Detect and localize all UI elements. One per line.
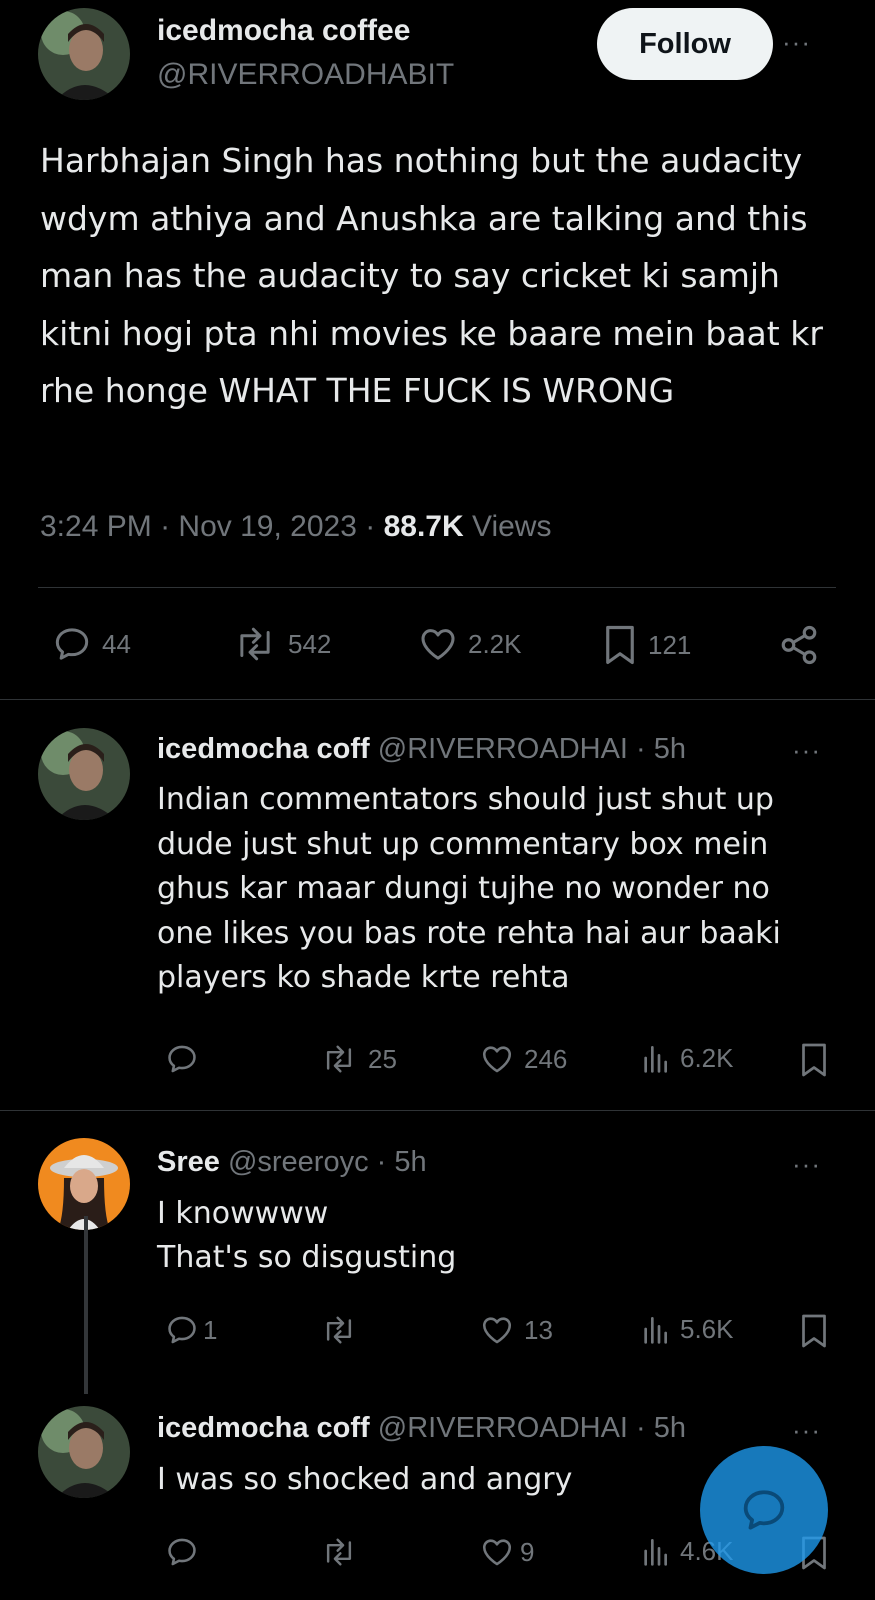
repost-button[interactable]: 25 [320,1042,397,1076]
repost-button[interactable] [320,1535,358,1569]
views-button[interactable]: 5.6K [640,1313,734,1345]
avatar-icedmocha[interactable] [38,8,130,100]
reply-text-line: I knowwww [157,1196,329,1231]
repost-count: 25 [368,1043,397,1074]
repost-icon [320,1313,358,1347]
like-icon [480,1535,514,1569]
reply-icon [52,624,92,664]
views-icon [640,1313,670,1345]
views-icon [640,1042,670,1074]
bookmark-button[interactable] [799,1042,829,1078]
meta-dot: · [365,510,376,543]
reply-header: Sree @sreeroyc · 5h [157,1146,427,1179]
reply-icon [165,1313,199,1347]
reply-icon [165,1535,199,1569]
repost-icon [320,1042,358,1076]
reply-text: I was so shocked and angry [157,1462,573,1497]
thread-connector [84,1216,88,1394]
bookmark-button[interactable]: 121 [602,624,691,666]
repost-count: 542 [288,628,332,659]
meta-dot: · [376,1146,387,1178]
reply-display-name[interactable]: icedmocha coff [157,733,370,765]
bookmark-count: 121 [648,629,692,660]
reply-button[interactable] [165,1042,199,1076]
repost-icon [232,624,278,664]
main-tweet-text: Harbhajan Singh has nothing but the auda… [40,141,823,410]
views-icon [640,1535,670,1567]
reply-display-name[interactable]: icedmocha coff [157,1412,370,1444]
more-icon[interactable]: ··· [792,1417,821,1443]
more-icon[interactable]: ··· [792,1151,821,1177]
meta-dot: · [636,733,646,765]
views-count[interactable]: 88.7K [384,510,464,543]
views-label[interactable]: Views [472,510,551,543]
like-icon [418,624,458,664]
compose-reply-button[interactable] [700,1446,828,1574]
like-icon [480,1042,514,1076]
like-count: 246 [524,1043,568,1074]
more-icon[interactable]: ··· [782,29,811,55]
follow-button[interactable]: Follow [597,8,773,80]
repost-icon [320,1535,358,1569]
divider [38,587,836,588]
tweet-date: Nov 19, 2023 [178,510,357,543]
tweet-meta: 3:24 PM · Nov 19, 2023 · 88.7K Views [40,510,551,544]
like-button[interactable]: 13 [480,1313,553,1347]
reply-age[interactable]: 5h [394,1146,426,1178]
compose-icon [739,1485,789,1535]
reply-text: Indian commentators should just shut up … [157,782,781,995]
share-icon [778,624,820,666]
views-count: 5.6K [680,1313,734,1344]
like-button[interactable]: 246 [480,1042,567,1076]
like-icon [480,1313,514,1347]
bookmark-icon [602,624,638,666]
share-button[interactable] [778,624,820,666]
reply-header: icedmocha coff @RIVERROADHAI · 5h [157,733,777,766]
reply-text-line: That's so disgusting [157,1240,457,1275]
avatar-icedmocha[interactable] [38,1406,130,1498]
views-count: 6.2K [680,1042,734,1073]
bookmark-icon [799,1042,829,1078]
divider [0,1110,875,1111]
meta-dot: · [636,1412,646,1444]
views-button[interactable]: 6.2K [640,1042,734,1074]
repost-button[interactable]: 542 [232,624,331,664]
divider [0,699,875,700]
meta-dot: · [160,510,171,543]
reply-age[interactable]: 5h [654,733,686,765]
main-display-name[interactable]: icedmocha coffee [157,14,410,48]
reply-button[interactable]: 44 [52,624,131,664]
like-button[interactable]: 2.2K [418,624,522,664]
reply-count: 1 [203,1314,218,1345]
reply-button[interactable]: 1 [165,1313,217,1347]
reply-icon [165,1042,199,1076]
avatar-icedmocha[interactable] [38,728,130,820]
like-button[interactable]: 9 [480,1535,534,1569]
like-count: 9 [520,1536,535,1567]
like-count: 2.2K [468,628,522,659]
main-handle[interactable]: @RIVERROADHABIT [157,58,454,92]
bookmark-button[interactable] [799,1313,829,1349]
reply-handle[interactable]: @sreeroyc [228,1146,369,1178]
reply-handle[interactable]: @RIVERROADHAI [378,1412,628,1444]
reply-age[interactable]: 5h [654,1412,686,1444]
reply-button[interactable] [165,1535,199,1569]
bookmark-icon [799,1313,829,1349]
tweet-time: 3:24 PM [40,510,152,543]
reply-header: icedmocha coff @RIVERROADHAI · 5h [157,1412,777,1445]
reply-count: 44 [102,628,131,659]
reply-handle[interactable]: @RIVERROADHAI [378,733,628,765]
like-count: 13 [524,1314,553,1345]
repost-button[interactable] [320,1313,358,1347]
reply-display-name[interactable]: Sree [157,1146,220,1178]
more-icon[interactable]: ··· [792,737,821,763]
